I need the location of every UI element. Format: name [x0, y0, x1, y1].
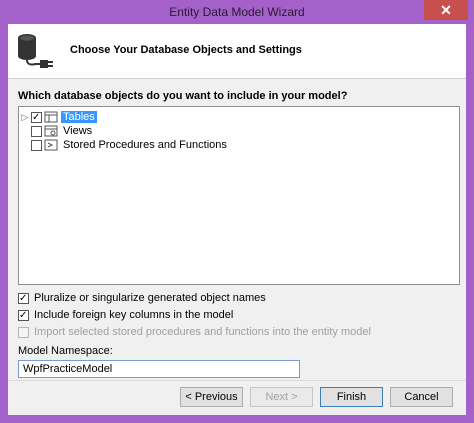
- window-title: Entity Data Model Wizard: [169, 5, 305, 19]
- wizard-header: Choose Your Database Objects and Setting…: [8, 24, 466, 79]
- views-checkbox[interactable]: [31, 125, 42, 137]
- finish-button[interactable]: Finish: [320, 387, 383, 407]
- table-icon: [44, 111, 58, 123]
- tree-item-stored-procedures[interactable]: Stored Procedures and Functions: [19, 137, 229, 153]
- model-namespace-label: Model Namespace:: [18, 345, 113, 357]
- foreign-keys-label[interactable]: Include foreign key columns in the model: [34, 309, 233, 321]
- cancel-button[interactable]: Cancel: [390, 387, 453, 407]
- tree-item-label: Views: [63, 125, 93, 137]
- tree-item-label: Stored Procedures and Functions: [63, 139, 227, 151]
- view-icon: [44, 125, 58, 137]
- tree-expander-spacer: [19, 137, 31, 153]
- model-namespace-input[interactable]: [18, 360, 300, 378]
- import-procedures-option: Import selected stored procedures and fu…: [18, 324, 371, 340]
- database-plug-icon: [18, 34, 53, 68]
- stored-procedure-icon: [44, 139, 58, 151]
- database-objects-tree[interactable]: ▷ Tables Views: [18, 106, 460, 285]
- foreign-keys-option[interactable]: Include foreign key columns in the model: [18, 307, 233, 323]
- close-button[interactable]: ✕: [424, 0, 468, 20]
- objects-question-label: Which database objects do you want to in…: [18, 90, 348, 102]
- wizard-window: Entity Data Model Wizard ✕ Choose Your D…: [0, 0, 474, 423]
- next-button[interactable]: Next >: [250, 387, 313, 407]
- pluralize-option[interactable]: Pluralize or singularize generated objec…: [18, 290, 266, 306]
- import-procedures-label: Import selected stored procedures and fu…: [34, 326, 371, 338]
- foreign-keys-checkbox[interactable]: [18, 309, 29, 321]
- close-icon: ✕: [440, 1, 452, 18]
- tree-item-label: Tables: [61, 111, 97, 123]
- pluralize-checkbox[interactable]: [18, 292, 29, 304]
- previous-button[interactable]: < Previous: [180, 387, 243, 407]
- tables-checkbox[interactable]: [31, 111, 42, 123]
- page-title: Choose Your Database Objects and Setting…: [70, 44, 302, 56]
- pluralize-label[interactable]: Pluralize or singularize generated objec…: [34, 292, 266, 304]
- title-bar[interactable]: Entity Data Model Wizard ✕: [0, 0, 474, 24]
- footer-divider: [8, 380, 466, 381]
- stored-procedures-checkbox[interactable]: [31, 139, 42, 151]
- import-procedures-checkbox: [18, 326, 29, 338]
- wizard-client-area: Choose Your Database Objects and Setting…: [8, 24, 466, 415]
